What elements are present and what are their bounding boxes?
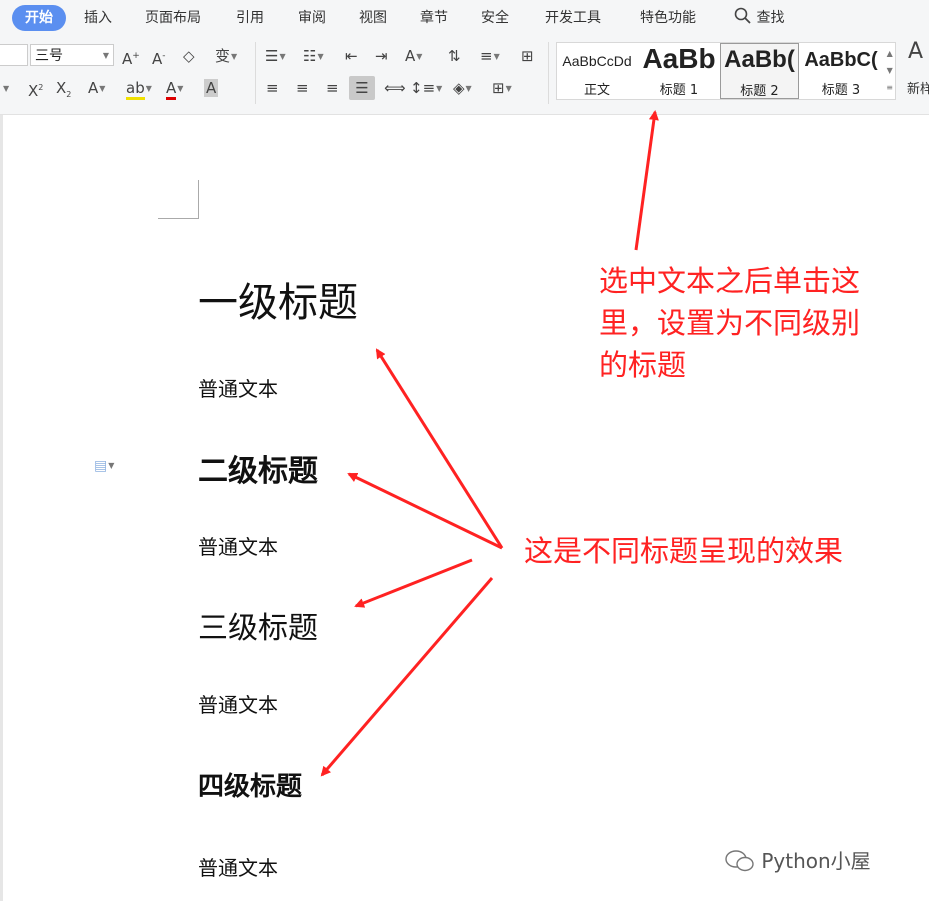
arrow-to-heading-4: [320, 577, 494, 777]
wechat-icon: [725, 850, 754, 872]
arrow-to-heading-3: [354, 558, 473, 608]
watermark: Python小屋: [725, 845, 871, 874]
watermark-text: Python小屋: [761, 849, 871, 873]
annotation-arrows: [320, 110, 659, 777]
arrow-to-style-gallery: [634, 110, 659, 251]
